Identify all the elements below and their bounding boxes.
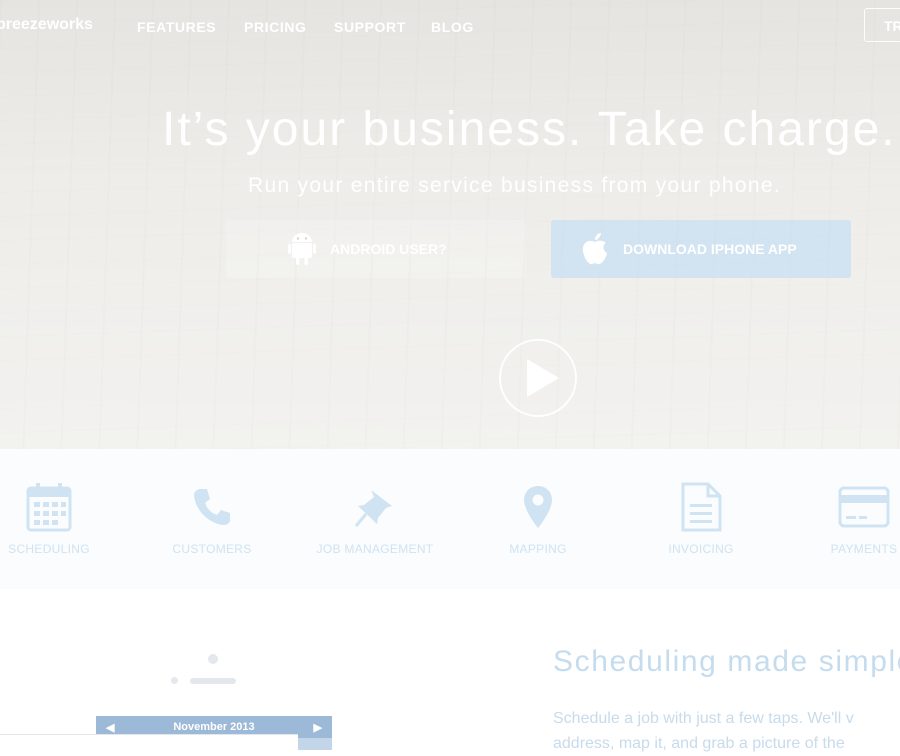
hero-subheadline: Run your entire service business from yo… bbox=[248, 174, 781, 197]
nav-link-features[interactable]: FEATURES bbox=[137, 19, 216, 35]
feature-mapping[interactable]: MAPPING bbox=[463, 482, 613, 556]
map-marker-icon bbox=[463, 482, 613, 532]
phone-speaker bbox=[190, 678, 236, 684]
section-text-line: address, map it, and grab a picture of t… bbox=[553, 735, 845, 752]
feature-label: MAPPING bbox=[509, 542, 567, 556]
phone-camera-dot bbox=[208, 654, 218, 664]
android-button[interactable]: ANDROID USER? bbox=[226, 220, 526, 278]
calendar-icon bbox=[0, 482, 124, 532]
feature-customers[interactable]: CUSTOMERS bbox=[137, 482, 287, 556]
calendar-month: November 2013 bbox=[173, 721, 255, 733]
credit-card-icon bbox=[789, 482, 900, 532]
feature-invoicing[interactable]: INVOICING bbox=[626, 482, 776, 556]
iphone-button-label: DOWNLOAD IPHONE APP bbox=[623, 241, 797, 257]
bottom-card bbox=[0, 734, 298, 751]
phone-sensor bbox=[171, 677, 178, 684]
play-icon bbox=[527, 359, 559, 397]
hero-headline: It’s your business. Take charge. bbox=[162, 103, 897, 156]
top-nav: breezeworks FEATURES PRICING SUPPORT BLO… bbox=[0, 0, 900, 52]
feature-label: CUSTOMERS bbox=[172, 542, 252, 556]
feature-label: SCHEDULING bbox=[8, 542, 90, 556]
feature-scheduling[interactable]: SCHEDULING bbox=[0, 482, 124, 556]
nav-link-pricing[interactable]: PRICING bbox=[244, 19, 307, 35]
section-text-line: Schedule a job with just a few taps. We'… bbox=[553, 710, 854, 727]
download-iphone-button[interactable]: DOWNLOAD IPHONE APP bbox=[551, 220, 851, 278]
chevron-right-icon[interactable]: ▶ bbox=[314, 721, 322, 734]
logo[interactable]: breezeworks bbox=[0, 16, 93, 34]
feature-job-management[interactable]: JOB MANAGEMENT bbox=[300, 482, 450, 556]
play-video-button[interactable] bbox=[499, 339, 577, 417]
document-icon bbox=[626, 482, 776, 532]
pin-icon bbox=[300, 482, 450, 532]
android-button-label: ANDROID USER? bbox=[330, 241, 447, 257]
phone-icon bbox=[137, 482, 287, 532]
feature-label: JOB MANAGEMENT bbox=[316, 542, 434, 556]
feature-label: PAYMENTS bbox=[830, 542, 898, 556]
apple-icon bbox=[581, 232, 609, 266]
nav-link-support[interactable]: SUPPORT bbox=[334, 19, 406, 35]
android-icon bbox=[288, 232, 316, 266]
section-description: Schedule a job with just a few taps. We'… bbox=[553, 706, 854, 756]
nav-link-blog[interactable]: BLOG bbox=[431, 19, 474, 35]
feature-label: INVOICING bbox=[668, 542, 734, 556]
try-button[interactable]: TR bbox=[864, 8, 900, 42]
section-title: Scheduling made simple bbox=[553, 645, 900, 678]
feature-payments[interactable]: PAYMENTS bbox=[789, 482, 900, 556]
hero-section: breezeworks FEATURES PRICING SUPPORT BLO… bbox=[0, 0, 900, 449]
